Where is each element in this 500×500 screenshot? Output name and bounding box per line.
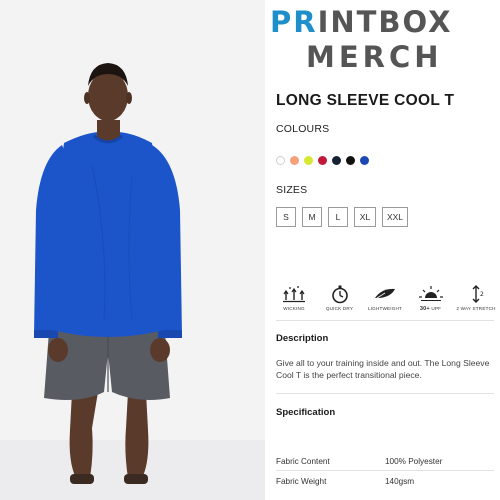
feature-label: WICKING — [283, 306, 305, 311]
product-info-panel: PRINTBOX MERCH LONG SLEEVE COOL T COLOUR… — [270, 0, 496, 500]
size-option-m[interactable]: M — [302, 207, 322, 227]
product-photo — [0, 0, 265, 500]
upf-label: UPF — [431, 306, 442, 311]
colour-swatch[interactable] — [276, 156, 285, 165]
divider — [276, 470, 494, 471]
brand-logo-line1: PRINTBOX — [270, 8, 496, 37]
brand-logo-rest: INTBOX — [317, 5, 453, 39]
stopwatch-icon — [331, 285, 348, 304]
feature-wicking: WICKING — [276, 284, 312, 312]
colour-swatch[interactable] — [304, 156, 313, 165]
colour-swatch[interactable] — [360, 156, 369, 165]
feature-icons: WICKING QUICK DRY LIGHTWEIGHT 30+ UPF 2 … — [276, 284, 496, 312]
feature-label: 2 WAY STRETCH — [456, 306, 496, 311]
colour-swatch[interactable] — [332, 156, 341, 165]
product-title: LONG SLEEVE COOL T — [276, 92, 455, 109]
spec-value: 140gsm — [385, 477, 415, 486]
size-option-xxl[interactable]: XXL — [382, 207, 408, 227]
brand-logo-line2: MERCH — [306, 40, 443, 74]
sun-upf-icon — [418, 286, 443, 301]
colour-swatch[interactable] — [346, 156, 355, 165]
colour-swatches — [276, 156, 369, 165]
feature-label: LIGHTWEIGHT — [367, 306, 403, 311]
stretch-icon: 2 — [472, 285, 484, 303]
upf-badge: 30+ — [419, 306, 430, 312]
sizes-label: SIZES — [276, 184, 308, 196]
brand-logo-accent: PR — [270, 5, 318, 39]
specification-heading: Specification — [276, 407, 336, 418]
size-option-s[interactable]: S — [276, 207, 296, 227]
feature-stretch: 2 2 WAY STRETCH — [456, 284, 496, 312]
colour-swatch[interactable] — [290, 156, 299, 165]
spec-key: Fabric Weight — [276, 477, 327, 486]
feature-lightweight: LIGHTWEIGHT — [367, 284, 403, 312]
size-options: S M L XL XXL — [276, 207, 408, 227]
model-wearing-long-sleeve-t-image — [0, 63, 265, 500]
spec-key: Fabric Content — [276, 457, 330, 466]
feature-label: QUICK DRY — [325, 306, 354, 311]
feather-icon — [373, 288, 395, 301]
wicking-icon — [283, 286, 305, 303]
shirt-body — [52, 131, 164, 337]
size-option-l[interactable]: L — [328, 207, 348, 227]
feature-upf: 30+ UPF — [413, 284, 449, 312]
colours-label: COLOURS — [276, 123, 330, 135]
divider — [276, 393, 494, 394]
feature-quick-dry: QUICK DRY — [322, 284, 358, 312]
svg-text:2: 2 — [480, 291, 484, 298]
divider — [276, 320, 494, 321]
brand-logo[interactable]: PRINTBOX MERCH — [270, 8, 496, 72]
description-heading: Description — [276, 333, 329, 344]
colour-swatch[interactable] — [318, 156, 327, 165]
spec-value: 100% Polyester — [385, 457, 443, 466]
feature-label: 30+ UPF — [420, 306, 441, 312]
description-text: Give all to your training inside and out… — [276, 358, 490, 380]
size-option-xl[interactable]: XL — [354, 207, 376, 227]
